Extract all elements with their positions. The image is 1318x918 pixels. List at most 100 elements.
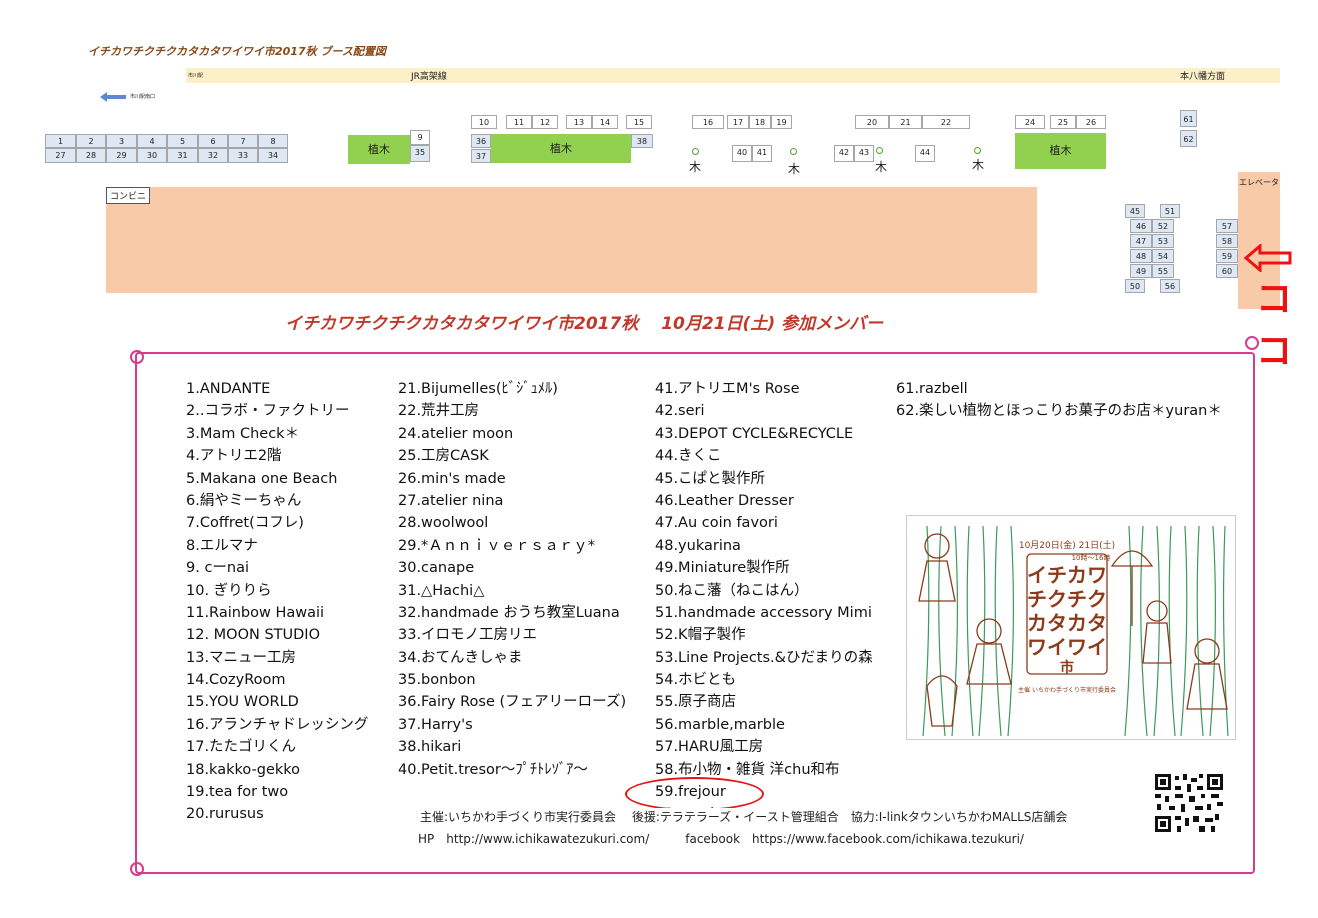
tree-icon — [692, 148, 699, 155]
member-list-item: 26.min's made — [398, 470, 506, 487]
booth-34: 34 — [258, 148, 288, 163]
booth-33: 33 — [228, 148, 258, 163]
booth-61: 61 — [1180, 110, 1197, 127]
booth-35: 35 — [410, 145, 430, 162]
member-list-item: 14.CozyRoom — [186, 672, 286, 689]
member-list-item: 11.Rainbow Hawaii — [186, 604, 325, 621]
booth-17: 17 — [727, 115, 749, 129]
booth-47: 47 — [1130, 234, 1152, 248]
member-list-item: 50.ねこ藩（ねこはん） — [655, 582, 809, 599]
member-list-item: 49.Miniature製作所 — [655, 560, 790, 577]
booth-52: 52 — [1152, 219, 1174, 233]
member-list-item: 51.handmade accessory Mimi — [655, 604, 872, 621]
member-list-item: 22.荒井工房 — [398, 403, 480, 420]
member-list-item: 32.handmade おうち教室Luana — [398, 604, 620, 621]
rail-right-label: 本八幡方面 — [1180, 72, 1226, 82]
booth-43: 43 — [854, 145, 874, 162]
scroll-curl-icon — [130, 350, 144, 364]
tree-icon — [876, 147, 883, 154]
booth-30: 30 — [137, 148, 167, 163]
booth-49: 49 — [1130, 264, 1152, 278]
member-list-item: 9. cーnai — [186, 560, 250, 577]
poster-line2: チクチク — [1027, 587, 1107, 611]
member-list-item: 52.K帽子製作 — [655, 627, 746, 644]
member-list-item: 47.Au coin favori — [655, 515, 778, 532]
member-list-item: 3.Mam Check＊ — [186, 425, 300, 442]
booth-4: 4 — [137, 134, 167, 148]
booth-51: 51 — [1160, 204, 1180, 218]
booth-29: 29 — [106, 148, 137, 163]
booth-56: 56 — [1160, 279, 1180, 293]
booth-22: 22 — [922, 115, 970, 129]
koko-label: ココ — [1256, 279, 1292, 372]
poster-hours: 10時〜16時 — [1072, 554, 1111, 562]
poster-line1: イチカワ — [1027, 563, 1107, 587]
poster-line5: 市 — [1060, 659, 1074, 676]
booth-41: 41 — [752, 145, 772, 162]
booth-31: 31 — [167, 148, 198, 163]
member-list-item: 19.tea for two — [186, 784, 289, 801]
scroll-curl-icon — [1245, 336, 1259, 350]
booth-28: 28 — [76, 148, 106, 163]
member-list-item: 42.seri — [655, 403, 705, 420]
member-list-item: 18.kakko-gekko — [186, 761, 301, 778]
member-list-item: 13.マニュー工房 — [186, 649, 297, 666]
poster-illustration: 10月20日(金) 21日(土) 10時〜16時 イチカワ チクチク カタカタ … — [918, 525, 1229, 737]
member-list-item: 54.ホビとも — [655, 672, 737, 689]
booth-38: 38 — [631, 134, 653, 148]
tree-char: 木 — [788, 162, 801, 176]
member-list-col2: 21.Bijumelles(ﾋﾞｼﾞｭﾒﾙ) 22.荒井工房 24.atelier … — [398, 378, 626, 781]
member-list-item: 25.工房CASK — [398, 448, 489, 465]
member-list-item: 6.絹やミーちゃん — [186, 492, 302, 509]
booth-10: 10 — [471, 115, 497, 129]
booth-5: 5 — [167, 134, 198, 148]
booth-57: 57 — [1216, 219, 1238, 233]
member-list-item: 12. MOON STUDIO — [186, 627, 320, 644]
event-poster: 10月20日(金) 21日(土) 10時〜16時 イチカワ チクチク カタカタ … — [906, 515, 1236, 740]
member-list-item: 5.Makana one Beach — [186, 470, 338, 487]
member-list-item: 56.marble,marble — [655, 716, 785, 733]
member-list-item: 16.アランチャドレッシング — [186, 716, 369, 733]
member-list-item: 61.razbell — [896, 381, 968, 397]
tree-area-3: 植木 — [1015, 133, 1106, 169]
poster-sponsor: 主催 いちかわ手づくり市実行委員会 — [1018, 686, 1116, 694]
member-list-item: 4.アトリエ2階 — [186, 448, 282, 465]
member-list-item: 35.bonbon — [398, 672, 476, 689]
plaza-area — [106, 187, 1037, 293]
booth-2: 2 — [76, 134, 106, 148]
member-list-item: 7.Coffret(コフレ) — [186, 515, 304, 532]
qr-code-icon[interactable] — [1155, 774, 1223, 832]
booth-11: 11 — [506, 115, 532, 129]
booth-48: 48 — [1130, 249, 1152, 263]
scroll-curl-icon — [130, 862, 144, 876]
poster-line4: ワイワイ — [1027, 635, 1107, 659]
member-list-item: 33.イロモノ工房リエ — [398, 627, 538, 644]
arrow-left-icon — [100, 92, 126, 102]
booth-19: 19 — [771, 115, 792, 129]
member-list-col1: 1.ANDANTE 2..コラボ・ファクトリー 3.Mam Check＊ 4.アトリエ… — [186, 378, 368, 826]
member-list-item: 44.きくこ — [655, 448, 722, 465]
member-list-item: 15.YOU WORLD — [186, 694, 299, 711]
member-list-item: 28.woolwool — [398, 515, 489, 532]
member-list-item: 45.こぱと製作所 — [655, 470, 766, 487]
member-list-item: 29.*Ａｎｎｉｖｅｒｓａｒｙ* — [398, 537, 596, 554]
member-list-item: 30.canape — [398, 560, 475, 577]
booth-12: 12 — [532, 115, 558, 129]
poster-date: 10月20日(金) 21日(土) — [1019, 539, 1115, 551]
tree-char: 木 — [689, 160, 702, 174]
booth-44: 44 — [915, 145, 935, 162]
booth-58: 58 — [1216, 234, 1238, 248]
footer-links: HP http://www.ichikawatezukuri.com/ face… — [418, 832, 1024, 846]
booth-3: 3 — [106, 134, 137, 148]
page-subtitle: イチカワチクチクカタカタワイワイ市2017秋 10月21日(土) 参加メンバー — [285, 314, 884, 334]
member-list-item: 17.たたゴリくん — [186, 739, 297, 756]
member-list-col4: 61.razbell 62.楽しい植物とほっこりお菓子のお店＊yuran＊ — [896, 378, 1222, 423]
booth-25: 25 — [1050, 115, 1076, 129]
booth-53: 53 — [1152, 234, 1174, 248]
member-list-item: 57.HARU風工房 — [655, 739, 764, 756]
tree-area-2: 植木 — [491, 134, 631, 163]
booth-54: 54 — [1152, 249, 1174, 263]
member-list-item: 38.hikari — [398, 739, 462, 756]
booth-16: 16 — [692, 115, 724, 129]
map-title: イチカワチクチクカタカタワイワイ市2017秋 ブース配置図 — [88, 45, 386, 58]
